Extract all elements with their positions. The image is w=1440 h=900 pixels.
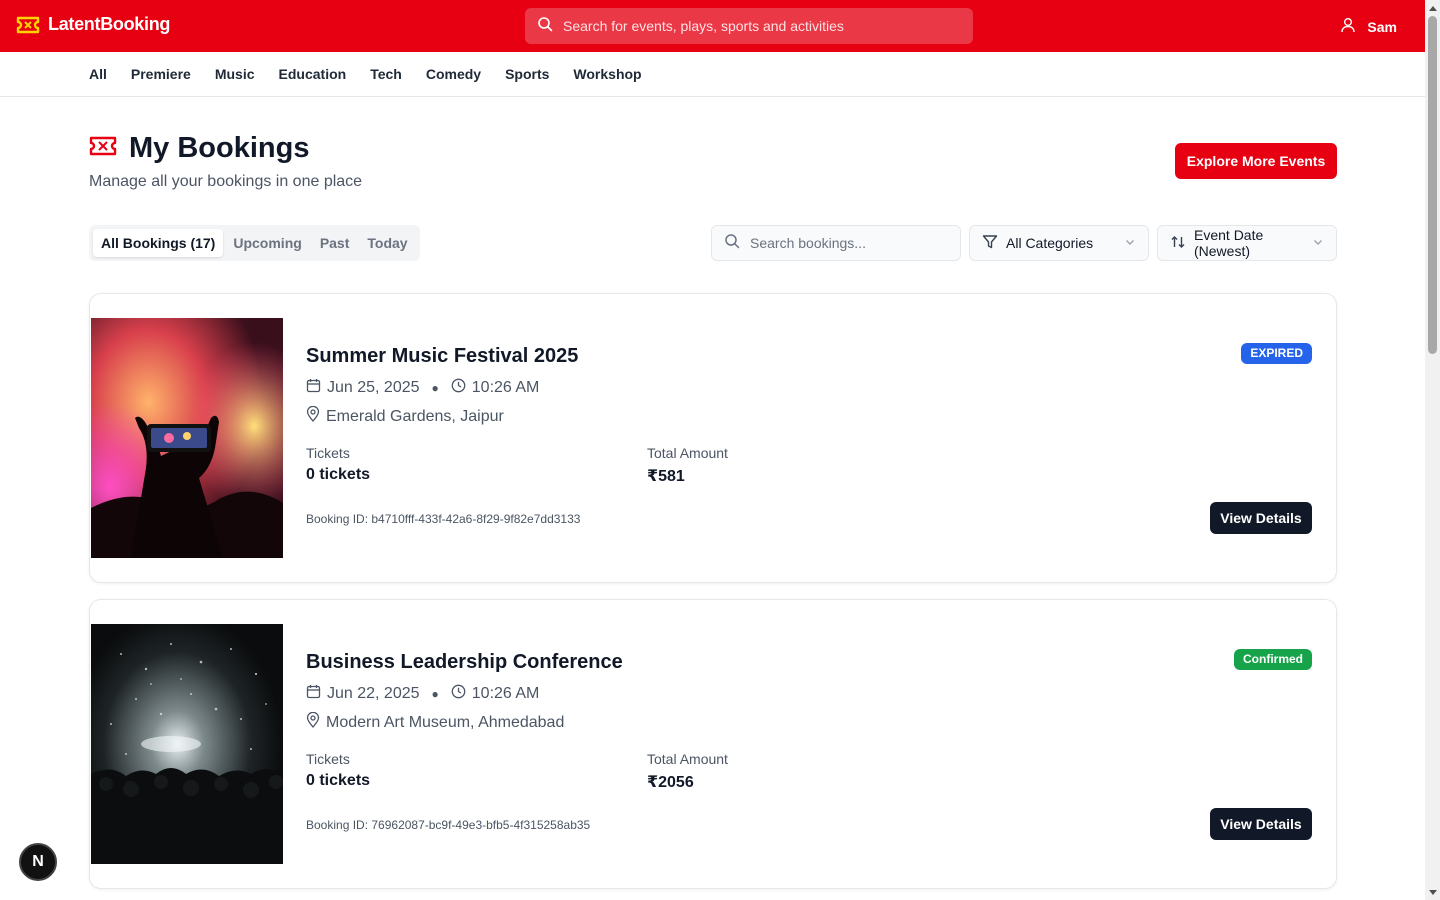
event-time: 10:26 AM [471,379,540,396]
total-amount-value: ₹581 [647,468,685,485]
event-location-text: Emerald Gardens, Jaipur [326,407,504,425]
event-image [91,318,283,558]
category-premiere[interactable]: Premiere [131,66,191,82]
booking-search-input[interactable] [750,235,950,251]
location-pin-icon [306,711,320,733]
ticket-icon [16,16,40,34]
search-icon [724,233,740,254]
category-tech[interactable]: Tech [370,66,402,82]
category-filter-select[interactable]: All Categories [969,225,1149,261]
category-comedy[interactable]: Comedy [426,66,481,82]
calendar-icon [306,684,321,704]
tickets-value: 0 tickets [306,466,371,483]
page-header: My Bookings Manage all your bookings in … [89,132,362,191]
category-music[interactable]: Music [215,66,255,82]
chevron-down-icon [1124,235,1136,251]
booking-tabs: All Bookings (17) Upcoming Past Today [89,225,420,261]
scroll-up-arrow-icon[interactable] [1425,0,1440,15]
brand-logo[interactable]: LatentBooking [16,14,170,35]
event-time: 10:26 AM [471,685,540,702]
tab-upcoming[interactable]: Upcoming [225,229,309,257]
view-details-button[interactable]: View Details [1210,502,1312,534]
view-details-button[interactable]: View Details [1210,808,1312,840]
user-menu[interactable]: Sam [1341,17,1397,36]
explore-more-events-button[interactable]: Explore More Events [1175,143,1337,179]
booking-card: Business Leadership Conference Jun 22, 2… [89,599,1337,889]
total-amount-label: Total Amount [647,751,728,767]
total-amount-label: Total Amount [647,445,728,461]
clock-icon [451,378,466,398]
clock-icon [451,684,466,704]
event-date: Jun 25, 2025 [327,379,420,396]
tab-past[interactable]: Past [312,229,358,257]
tab-all-bookings[interactable]: All Bookings (17) [93,229,224,257]
sort-icon [1170,234,1186,253]
filter-icon [982,234,998,253]
page-scrollbar[interactable] [1425,0,1440,900]
event-title[interactable]: Summer Music Festival 2025 [306,345,578,368]
chevron-down-icon [1312,235,1324,251]
event-location-text: Modern Art Museum, Ahmedabad [326,713,565,731]
event-date: Jun 22, 2025 [327,685,420,702]
event-datetime: Jun 25, 2025 ● 10:26 AM [306,378,539,398]
global-search-input[interactable] [563,18,953,34]
scroll-down-arrow-icon[interactable] [1425,885,1440,900]
sort-value: Event Date (Newest) [1194,227,1264,259]
booking-id: Booking ID: 76962087-bc9f-49e3-bfb5-4f31… [306,818,591,832]
category-sports[interactable]: Sports [505,66,549,82]
tickets-value: 0 tickets [306,772,371,789]
scrollbar-thumb[interactable] [1428,16,1437,354]
brand-name: LatentBooking [48,14,171,34]
category-workshop[interactable]: Workshop [573,66,641,82]
calendar-icon [306,378,321,398]
status-badge: Confirmed [1234,649,1312,670]
event-title[interactable]: Business Leadership Conference [306,651,623,674]
page-title: My Bookings [129,132,310,164]
booking-id: Booking ID: b4710fff-433f-42a6-8f29-9f82… [306,512,581,526]
tickets-label: Tickets [306,751,350,767]
user-icon [1341,17,1356,36]
sort-select[interactable]: Event Date (Newest) [1157,225,1337,261]
separator-dot: ● [431,381,439,395]
category-nav: All Premiere Music Education Tech Comedy… [0,52,1425,97]
booking-card: Summer Music Festival 2025 Jun 25, 2025 … [89,293,1337,583]
event-image [91,624,283,864]
booking-search[interactable] [711,225,961,261]
page-subtitle: Manage all your bookings in one place [89,173,363,190]
nextjs-dev-badge[interactable]: N [19,843,57,881]
category-all[interactable]: All [89,66,107,82]
global-search[interactable] [525,8,973,44]
tickets-label: Tickets [306,445,350,461]
status-badge: EXPIRED [1241,343,1312,364]
location-pin-icon [306,405,320,427]
tab-today[interactable]: Today [359,229,415,257]
event-datetime: Jun 22, 2025 ● 10:26 AM [306,684,539,704]
ticket-icon [89,135,117,162]
user-name: Sam [1367,18,1397,35]
separator-dot: ● [431,687,439,701]
total-amount-value: ₹2056 [647,774,694,791]
event-location: Modern Art Museum, Ahmedabad [306,711,565,733]
search-icon [537,16,553,37]
top-navbar: LatentBooking Sam [0,0,1425,52]
event-location: Emerald Gardens, Jaipur [306,405,504,427]
category-filter-value: All Categories [1006,235,1094,251]
category-education[interactable]: Education [279,66,347,82]
